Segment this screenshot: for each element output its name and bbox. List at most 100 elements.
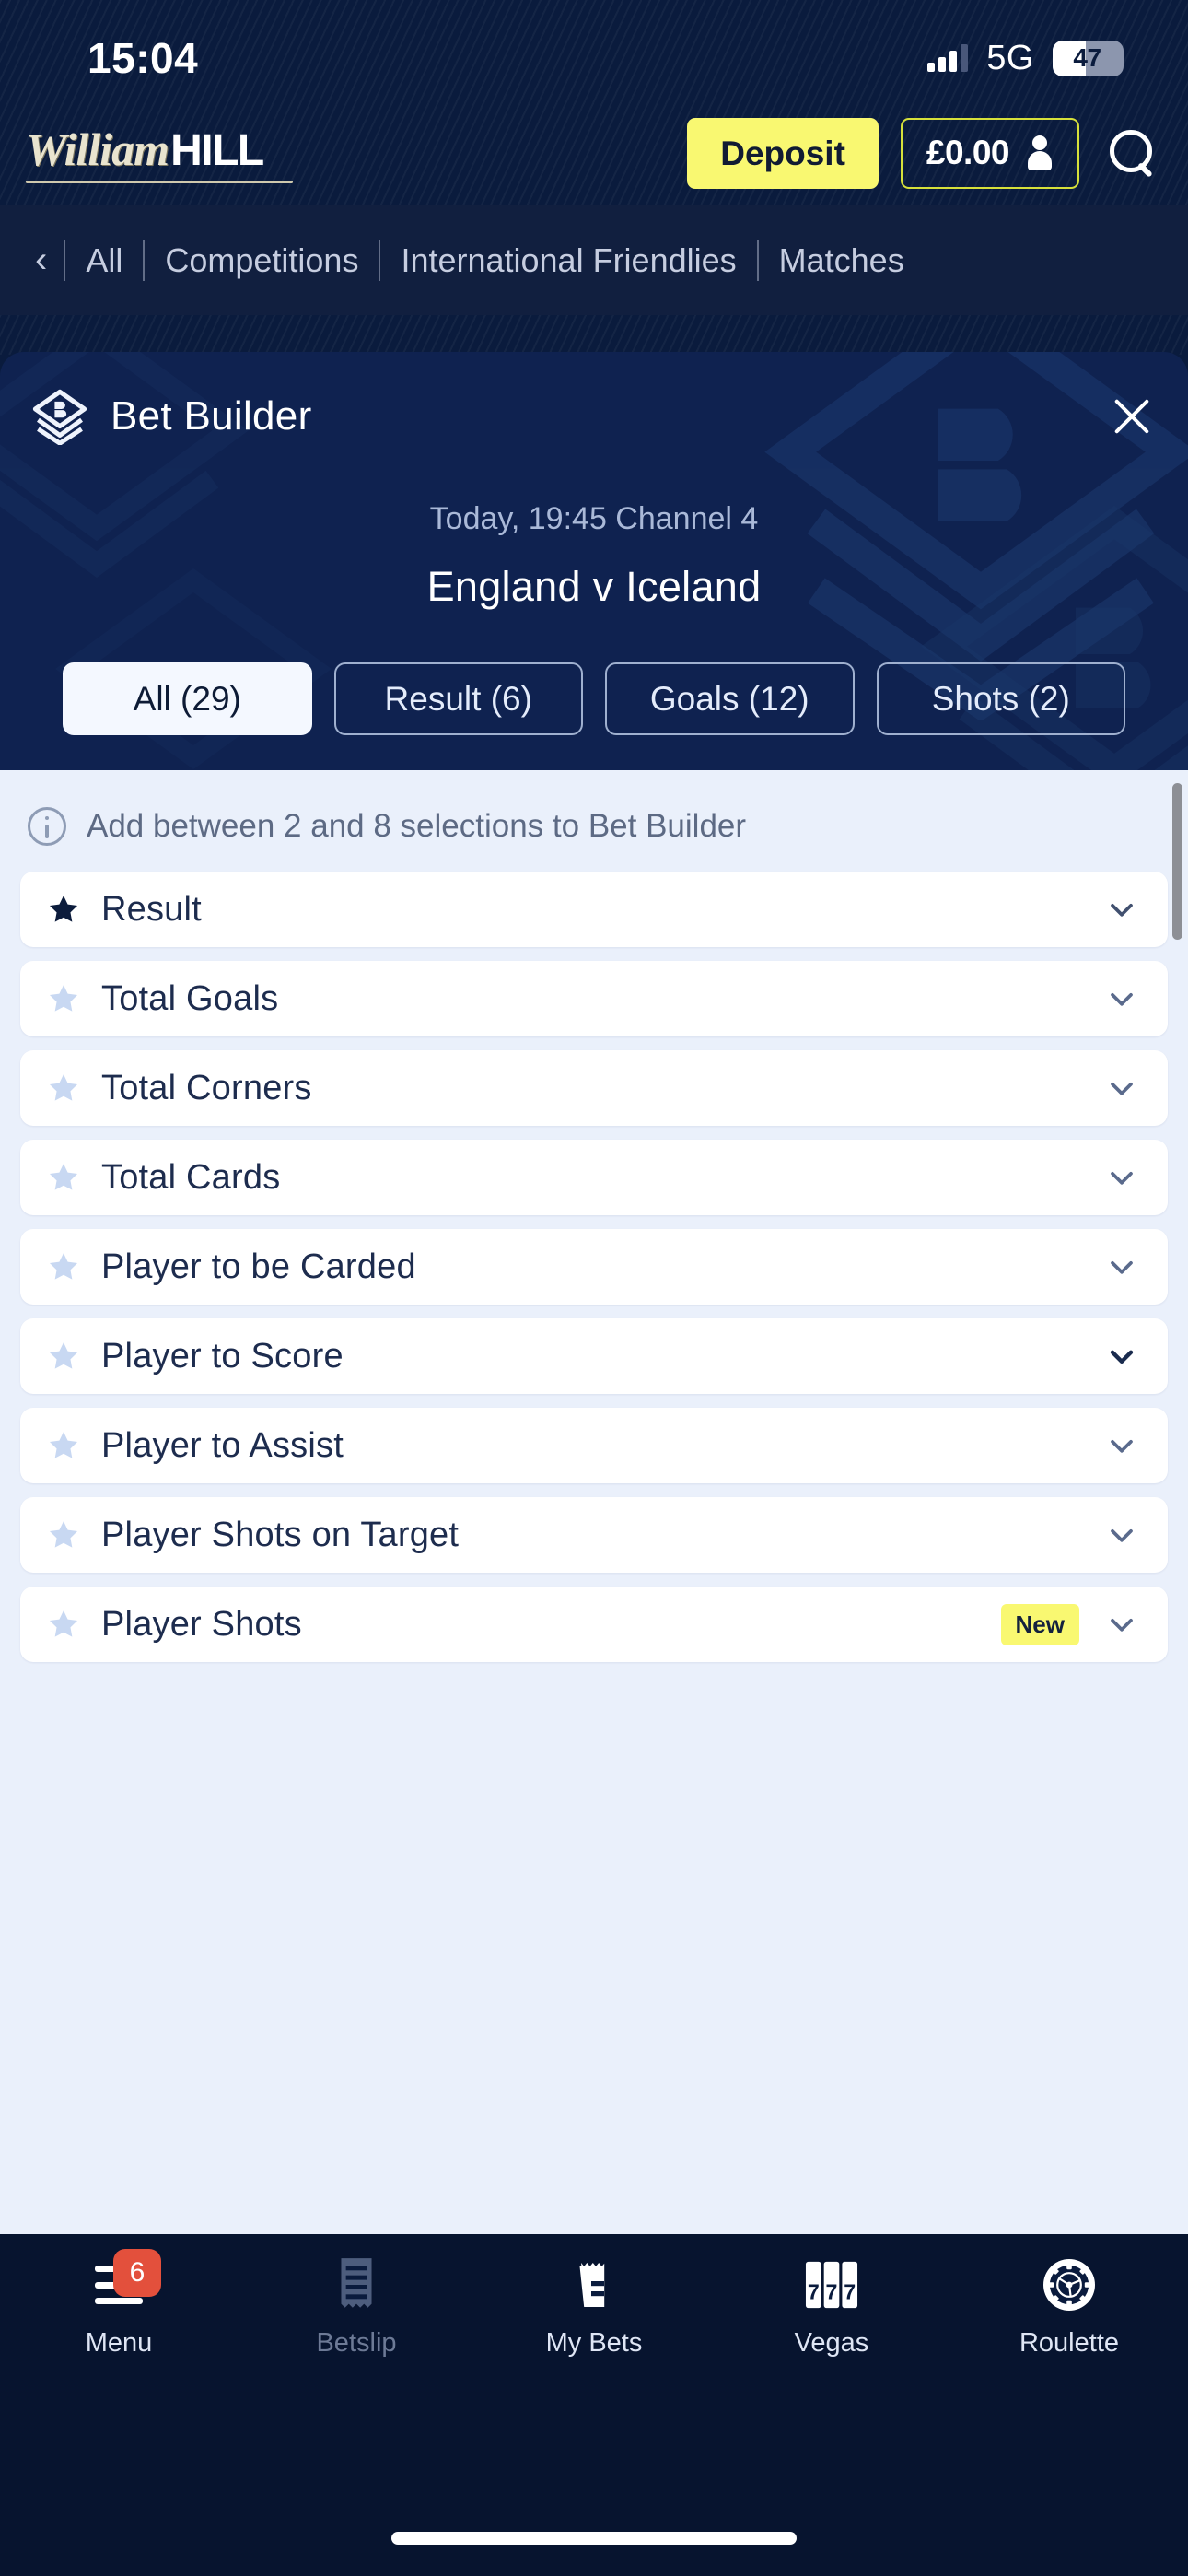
nav-item-roulette[interactable]: Roulette [950, 2256, 1188, 2359]
market-row-right [1103, 1516, 1140, 1553]
selection-notice-text: Add between 2 and 8 selections to Bet Bu… [87, 808, 747, 844]
new-badge: New [1000, 1603, 1079, 1645]
chevron-down-icon[interactable] [1103, 980, 1140, 1017]
chevron-down-icon[interactable] [1103, 1159, 1140, 1196]
star-icon-outline[interactable] [46, 1249, 81, 1284]
selection-notice: Add between 2 and 8 selections to Bet Bu… [20, 770, 1168, 872]
logo-script-text: William [26, 123, 169, 175]
modal-title-row: Bet Builder [31, 352, 1157, 455]
market-row-player-shots[interactable]: Player Shots New [20, 1587, 1168, 1662]
nav-label-vegas: Vegas [794, 2328, 869, 2358]
nav-item-betslip[interactable]: Betslip [238, 2256, 475, 2359]
nav-item-menu[interactable]: 6 Menu [0, 2249, 238, 2359]
market-row-right [1103, 1248, 1140, 1285]
market-row-total-cards[interactable]: Total Cards [20, 1140, 1168, 1215]
hamburger-menu-icon: 6 [95, 2249, 161, 2313]
star-icon-outline[interactable] [46, 1071, 81, 1106]
market-row-right [1103, 980, 1140, 1017]
william-hill-logo[interactable]: William HILL [26, 123, 302, 183]
market-row-player-to-assist[interactable]: Player to Assist [20, 1408, 1168, 1483]
info-circle-icon [28, 807, 66, 846]
status-bar-indicators: 5G 47 [927, 24, 1124, 78]
market-row-total-corners[interactable]: Total Corners [20, 1050, 1168, 1126]
modal-title: Bet Builder [111, 393, 312, 439]
market-row-player-to-score[interactable]: Player to Score [20, 1318, 1168, 1394]
bottom-navigation: 6 Menu Betslip My Bets 7 7 7 Vegas Roule… [0, 2234, 1188, 2576]
star-icon-filled[interactable] [46, 892, 81, 927]
logo-underline [26, 181, 293, 183]
svg-text:7: 7 [808, 2279, 820, 2303]
chevron-down-icon[interactable] [1103, 1606, 1140, 1643]
logo-bold-text: HILL [170, 126, 264, 175]
deposit-button[interactable]: Deposit [687, 117, 879, 189]
svg-text:7: 7 [826, 2279, 838, 2303]
nav-label-menu: Menu [85, 2328, 153, 2358]
breadcrumb: ‹ All Competitions International Friendl… [0, 205, 1188, 315]
market-row-right [1103, 1427, 1140, 1464]
market-row-right: New [1000, 1603, 1140, 1645]
svg-text:7: 7 [844, 2279, 856, 2303]
home-indicator [391, 2532, 797, 2545]
breadcrumb-item-all[interactable]: All [65, 241, 143, 280]
star-icon-outline[interactable] [46, 1428, 81, 1463]
breadcrumb-item-matches[interactable]: Matches [759, 241, 925, 280]
market-row-player-shots-on-target[interactable]: Player Shots on Target [20, 1497, 1168, 1573]
chevron-down-icon[interactable] [1103, 1427, 1140, 1464]
betslip-receipt-icon [333, 2256, 379, 2313]
chevron-left-icon[interactable]: ‹ [31, 240, 64, 281]
market-row-right [1103, 1159, 1140, 1196]
star-icon-outline[interactable] [46, 981, 81, 1016]
close-icon[interactable] [1107, 392, 1157, 441]
chevron-down-icon[interactable] [1103, 1338, 1140, 1375]
market-row-total-goals[interactable]: Total Goals [20, 961, 1168, 1036]
slot-777-icon: 7 7 7 [805, 2256, 858, 2313]
market-label: Player Shots on Target [101, 1515, 460, 1554]
battery-level-label: 47 [1073, 43, 1101, 72]
market-label: Player Shots [101, 1604, 302, 1644]
my-bets-notepad-icon [572, 2256, 616, 2313]
market-row-player-to-be-carded[interactable]: Player to be Carded [20, 1229, 1168, 1305]
chevron-down-icon[interactable] [1103, 1070, 1140, 1107]
status-bar: 15:04 5G 47 [0, 0, 1188, 101]
market-label: Player to Score [101, 1336, 344, 1376]
market-label: Player to be Carded [101, 1247, 416, 1286]
network-type-label: 5G [986, 38, 1034, 77]
nav-item-my-bets[interactable]: My Bets [475, 2256, 713, 2359]
nav-item-vegas[interactable]: 7 7 7 Vegas [713, 2256, 950, 2359]
nav-label-my-bets: My Bets [545, 2328, 643, 2358]
breadcrumb-item-international-friendlies[interactable]: International Friendlies [380, 241, 756, 280]
chevron-down-icon[interactable] [1103, 891, 1140, 928]
market-label: Player to Assist [101, 1425, 344, 1465]
menu-badge-count: 6 [113, 2249, 161, 2297]
star-icon-outline[interactable] [46, 1517, 81, 1552]
modal-header: Bet Builder Today, 19:45 Channel 4 Engla… [0, 352, 1188, 770]
nav-label-betslip: Betslip [316, 2328, 397, 2358]
market-label: Result [101, 889, 202, 929]
market-filter-tabs: All (29) Result (6) Goals (12) Shots (2) [31, 611, 1157, 770]
breadcrumb-item-competitions[interactable]: Competitions [145, 241, 379, 280]
event-name: England v Iceland [426, 563, 762, 610]
nav-label-roulette: Roulette [1019, 2328, 1119, 2358]
tab-result[interactable]: Result (6) [333, 662, 583, 735]
market-label: Total Cards [101, 1157, 281, 1197]
balance-button[interactable]: £0.00 [900, 117, 1079, 189]
vertical-scrollbar[interactable] [1172, 783, 1182, 940]
star-icon-outline[interactable] [46, 1160, 81, 1195]
market-row-result[interactable]: Result [20, 872, 1168, 947]
tab-shots[interactable]: Shots (2) [876, 662, 1125, 735]
chevron-down-icon[interactable] [1103, 1248, 1140, 1285]
search-icon[interactable] [1107, 128, 1157, 178]
header-actions: Deposit £0.00 [687, 117, 1157, 189]
market-row-right [1103, 1070, 1140, 1107]
market-label: Total Goals [101, 978, 279, 1018]
star-icon-outline[interactable] [46, 1607, 81, 1642]
star-icon-outline[interactable] [46, 1339, 81, 1374]
market-row-right [1103, 891, 1140, 928]
market-label: Total Corners [101, 1068, 312, 1107]
person-icon [1026, 135, 1054, 170]
tab-goals[interactable]: Goals (12) [605, 662, 855, 735]
tab-all[interactable]: All (29) [63, 662, 312, 735]
chevron-down-icon[interactable] [1103, 1516, 1140, 1553]
status-bar-time: 15:04 [87, 34, 199, 82]
balance-amount: £0.00 [926, 134, 1010, 171]
